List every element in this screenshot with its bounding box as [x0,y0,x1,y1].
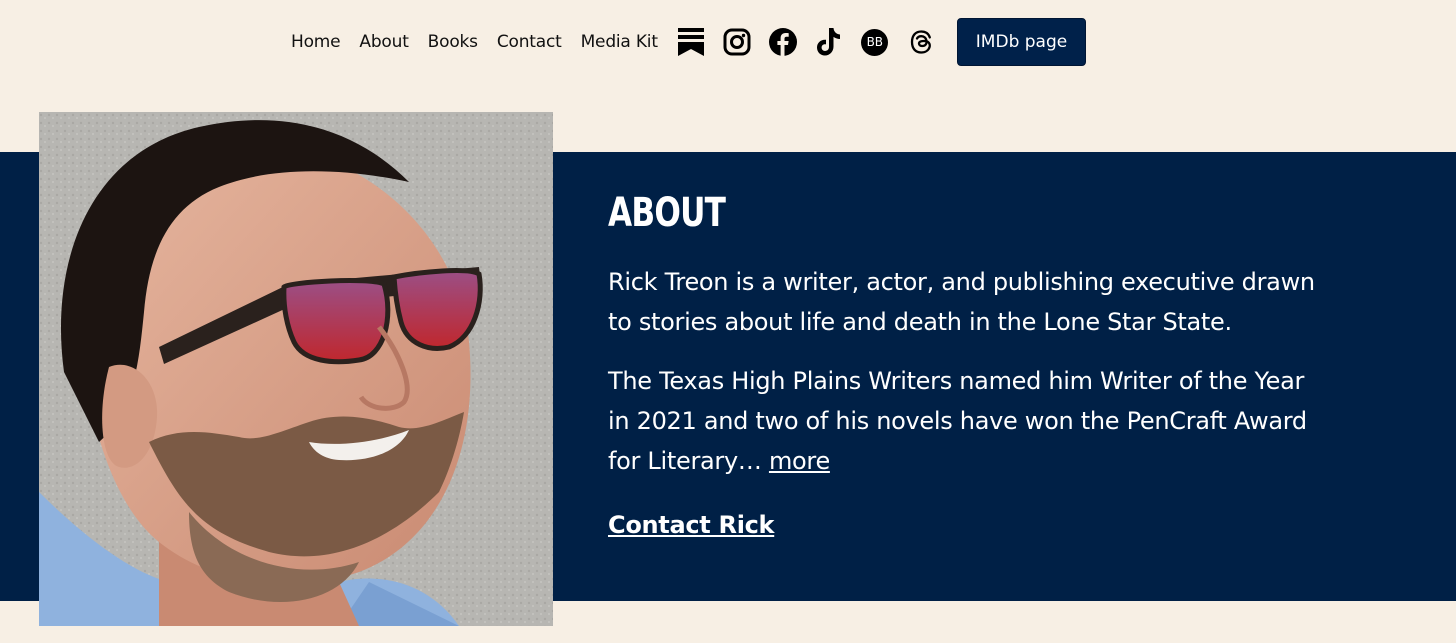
nav-books[interactable]: Books [428,32,478,52]
substack-icon[interactable] [677,28,705,56]
more-link[interactable]: more [769,447,830,475]
instagram-icon[interactable] [723,28,751,56]
bookbub-icon[interactable]: BB [861,28,889,56]
bookbub-label: BB [861,28,889,56]
contact-rick-link[interactable]: Contact Rick [608,511,775,539]
nav-media-kit[interactable]: Media Kit [581,32,658,52]
top-nav: Home About Books Contact Media Kit BB IM… [291,18,1087,66]
about-heading: ABOUT [608,190,726,236]
imdb-page-button[interactable]: IMDb page [956,18,1087,66]
nav-about[interactable]: About [359,32,408,52]
threads-icon[interactable] [907,28,935,56]
nav-contact[interactable]: Contact [497,32,562,52]
tiktok-icon[interactable] [815,28,843,56]
author-photo [39,112,553,626]
nav-home[interactable]: Home [291,32,341,52]
facebook-icon[interactable] [768,28,797,56]
about-paragraph-2: The Texas High Plains Writers named him … [608,361,1328,481]
about-paragraph-2-text: The Texas High Plains Writers named him … [608,367,1307,475]
about-paragraph-1: Rick Treon is a writer, actor, and publi… [608,268,1315,336]
